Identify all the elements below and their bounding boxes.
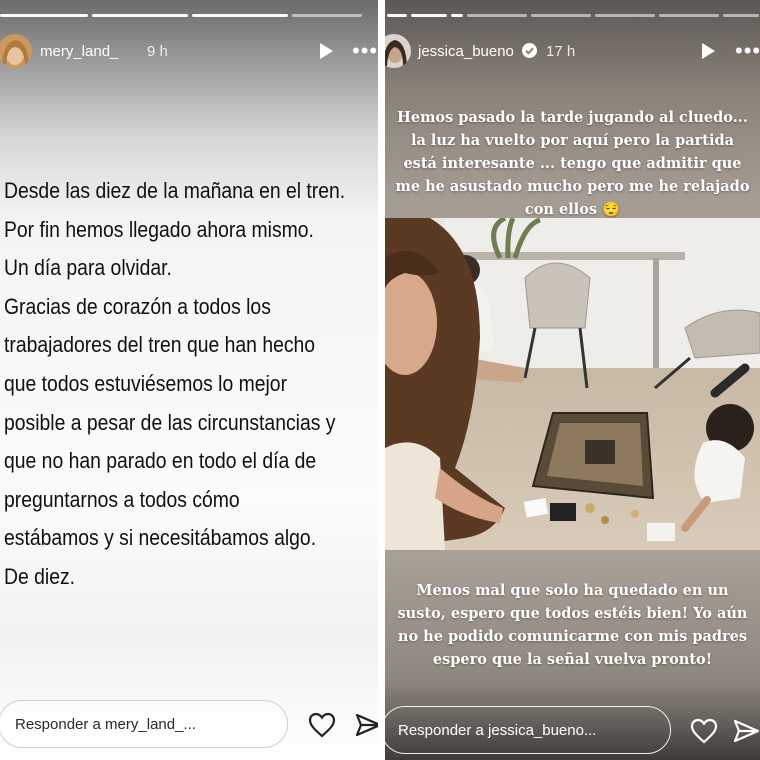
heart-icon[interactable] [308, 712, 336, 738]
story-photo [385, 218, 760, 550]
progress-segment [292, 14, 362, 17]
progress-segment [531, 14, 591, 17]
caption-line: De diez. [4, 563, 76, 589]
text-line: susto, espero que todos estéis bien! Yo … [397, 605, 748, 622]
reply-placeholder: Responder a mery_land_... [15, 716, 196, 733]
story-caption: Desde las diez de la mañana en el tren. … [4, 172, 346, 597]
caption-line: que no han parado en todo el día de [4, 448, 317, 474]
send-icon[interactable] [732, 718, 760, 744]
reply-placeholder: Responder a jessica_bueno... [398, 722, 597, 739]
text-line: no he podido comunicarme con mis padres [397, 628, 748, 645]
reply-input[interactable]: Responder a jessica_bueno... [385, 706, 671, 754]
story-mery-land[interactable]: mery_land_ 9 h ••• Desde las diez de la … [0, 0, 378, 760]
more-icon[interactable]: ••• [735, 40, 760, 62]
post-time: 9 h [147, 43, 168, 60]
caption-line: Un día para olvidar. [4, 255, 172, 281]
caption-line: Por fin hemos llegado ahora mismo. [4, 216, 314, 242]
username[interactable]: jessica_bueno [418, 43, 514, 60]
story-bottom-text: Menos mal que solo ha quedado en un sust… [385, 579, 760, 671]
progress-segment [192, 14, 288, 17]
progress-segment [659, 14, 719, 17]
verified-badge-icon [522, 43, 537, 58]
progress-segment [411, 14, 447, 17]
post-time: 17 h [546, 43, 576, 60]
text-line: la luz ha vuelto por aquí pero la partid… [410, 132, 735, 149]
avatar[interactable] [385, 34, 411, 68]
progress-segment [387, 14, 407, 17]
story-top-text: Hemos pasado la tarde jugando al cluedo.… [385, 106, 760, 221]
text-line: me he asustado mucho pero me he relajado [395, 178, 750, 195]
text-line: espero que la señal vuelva pronto! [432, 651, 713, 668]
caption-line: posible a pesar de las circunstancias y [4, 409, 336, 435]
story-jessica-bueno[interactable]: jessica_bueno 17 h ••• Hemos pasado la t… [385, 0, 760, 760]
caption-line: Gracias de corazón a todos los [4, 293, 271, 319]
send-icon[interactable] [354, 712, 378, 738]
reply-input[interactable]: Responder a mery_land_... [0, 700, 288, 748]
text-line: Menos mal que solo ha quedado en un [416, 582, 729, 599]
caption-line: que todos estuviésemos lo mejor [4, 370, 288, 396]
progress-segment [723, 14, 759, 17]
caption-line: Desde las diez de la mañana en el tren. [4, 178, 346, 203]
avatar[interactable] [0, 34, 32, 68]
text-line: está interesante ... tengo que admitir q… [403, 155, 742, 172]
progress-segment [595, 14, 655, 17]
heart-icon[interactable] [690, 718, 718, 744]
progress-segment [92, 14, 188, 17]
caption-line: trabajadores del tren que han hecho [4, 332, 316, 358]
play-icon[interactable] [316, 41, 336, 61]
caption-line: estábamos y si necesitábamos algo. [4, 525, 317, 551]
story-header: jessica_bueno 17 h ••• [385, 30, 760, 74]
progress-segment [451, 14, 463, 17]
play-icon[interactable] [698, 41, 718, 61]
more-icon[interactable]: ••• [352, 40, 378, 62]
caption-line: preguntarnos a todos cómo [4, 486, 240, 512]
progress-segment [0, 14, 88, 17]
stories-divider [378, 0, 385, 760]
story-header: mery_land_ 9 h ••• [0, 30, 378, 74]
progress-segment [467, 14, 527, 17]
text-line: Hemos pasado la tarde jugando al cluedo.… [397, 109, 748, 126]
username[interactable]: mery_land_ [40, 43, 118, 60]
